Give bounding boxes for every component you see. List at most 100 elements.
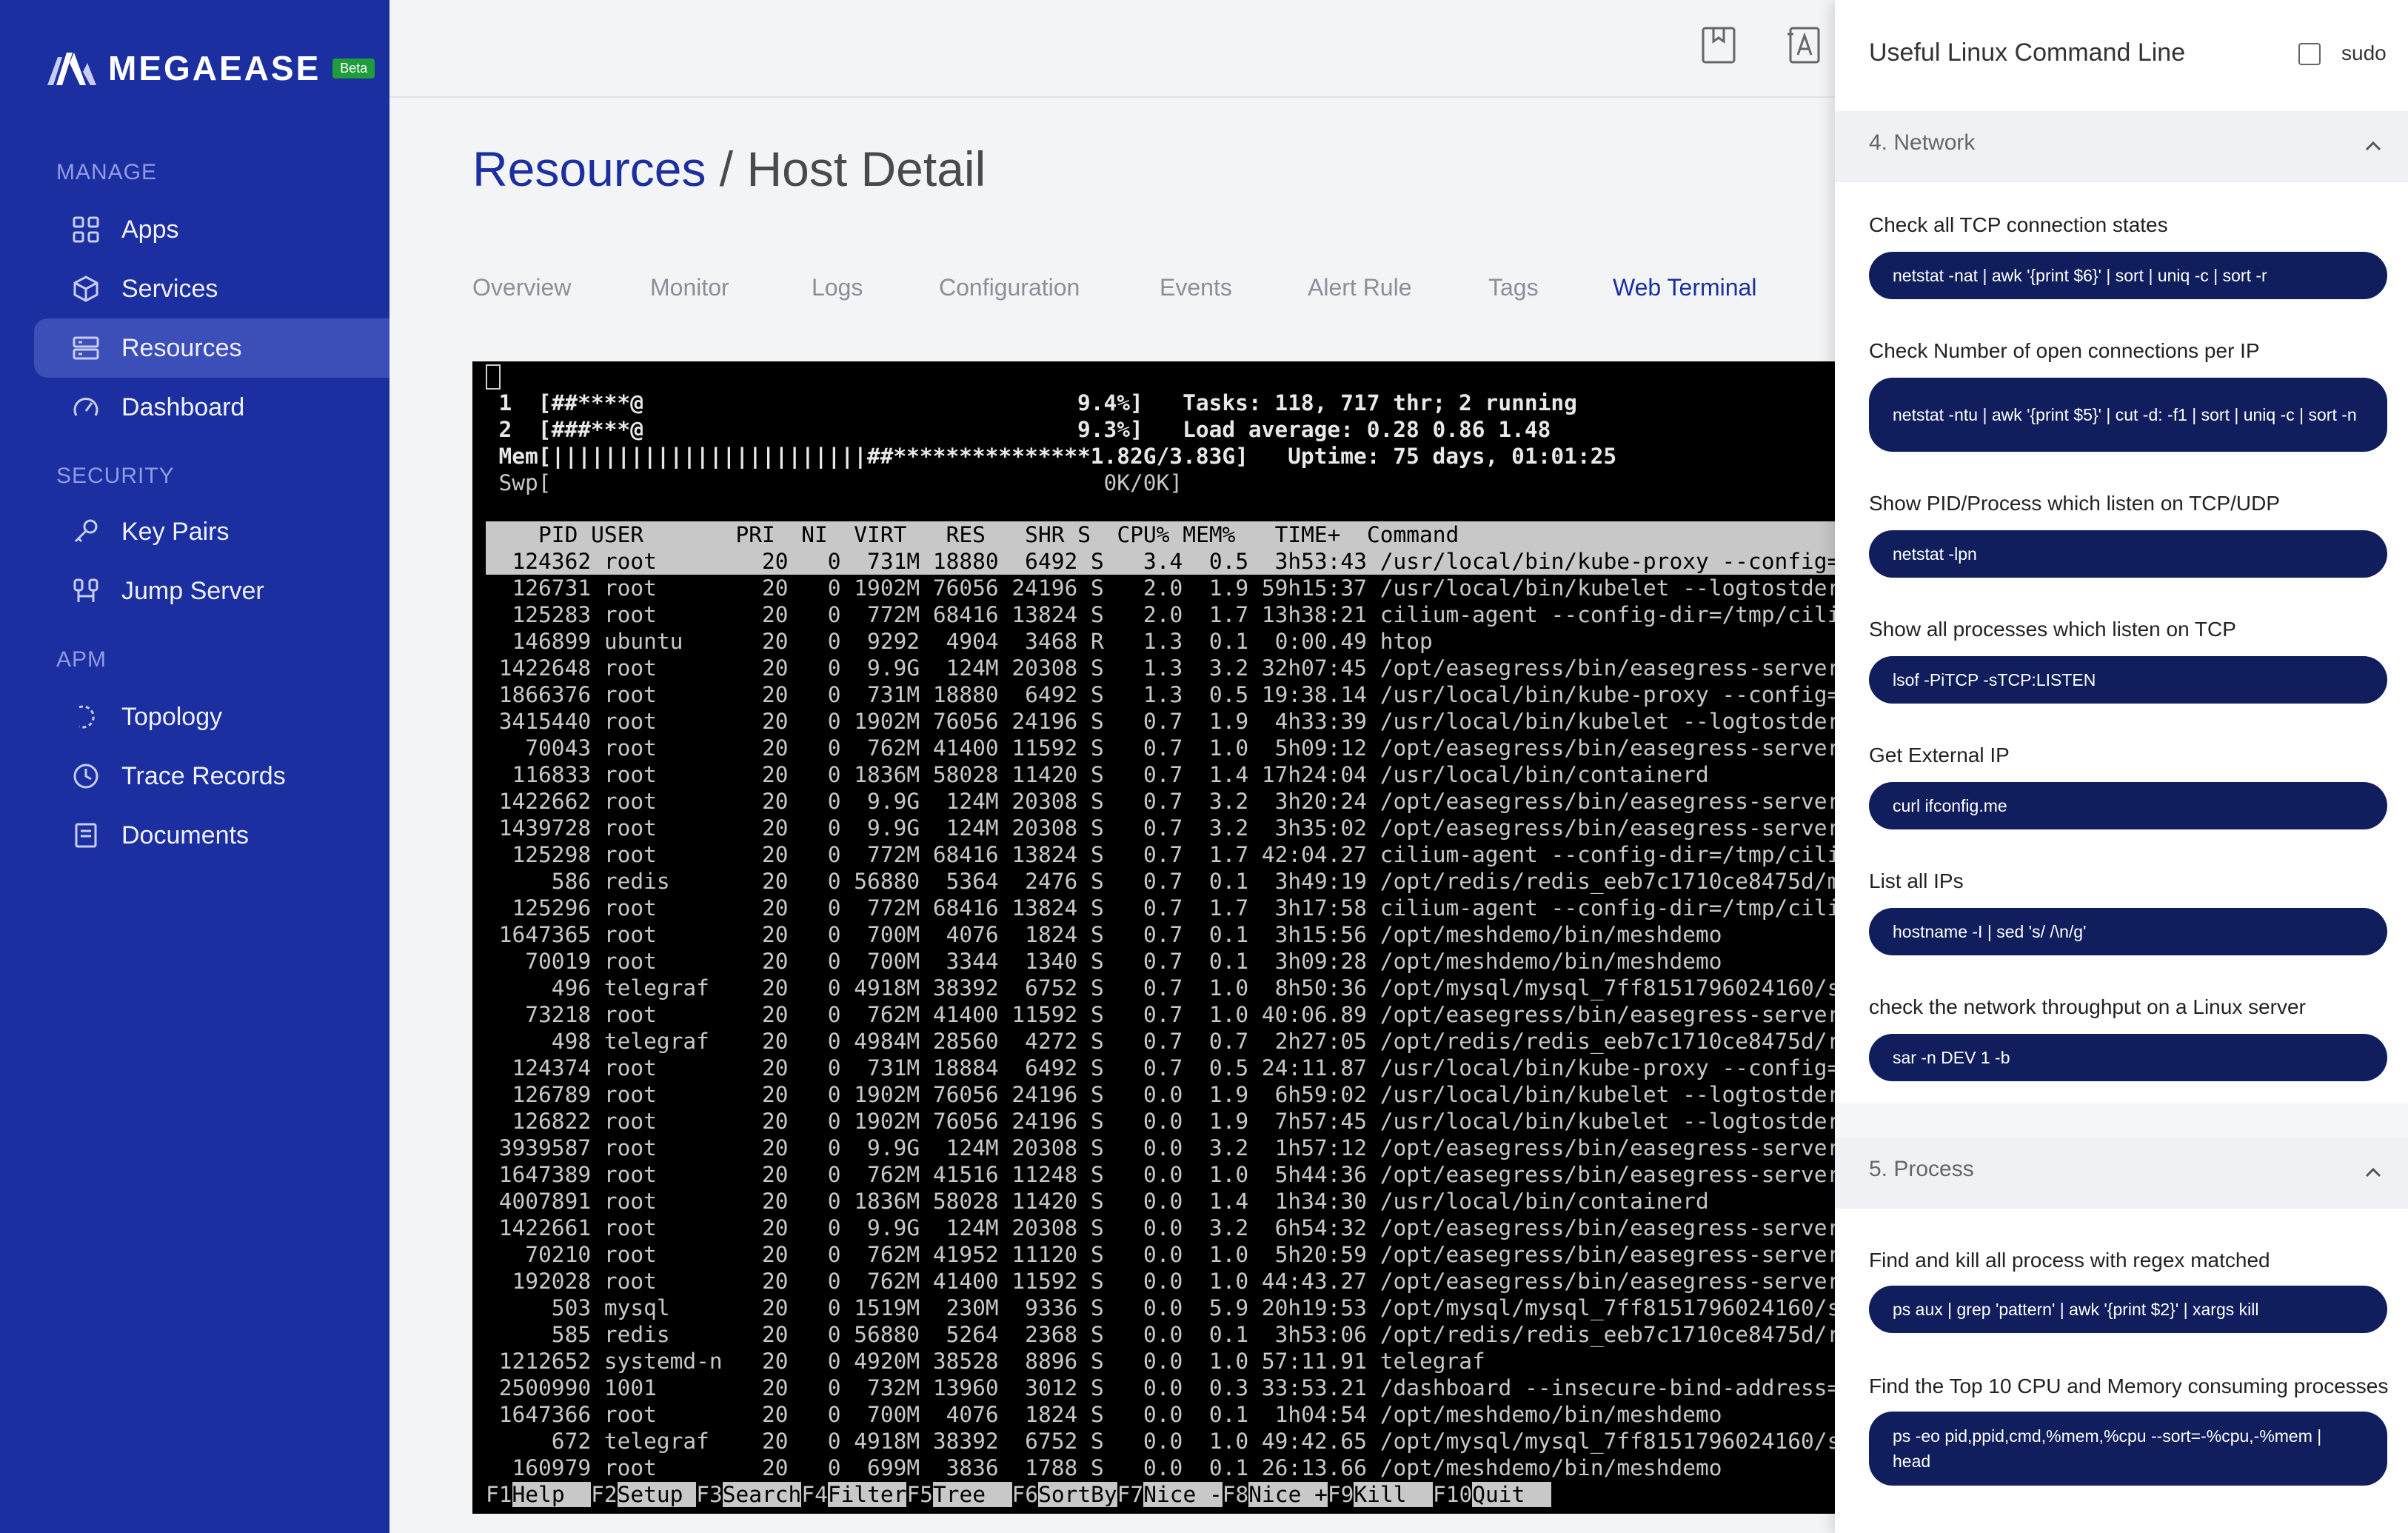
resources-server-icon <box>71 333 101 363</box>
sidebar-item-label: Apps <box>121 215 179 244</box>
tab-logs[interactable]: Logs <box>812 274 863 301</box>
function-key-label[interactable]: SortBy <box>1038 1482 1117 1507</box>
command-pill[interactable]: curl ifconfig.me <box>1869 782 2387 829</box>
sidebar-item-apps[interactable]: Apps <box>34 200 389 259</box>
sudo-checkbox[interactable] <box>2298 43 2321 65</box>
command-pill[interactable]: ps aux | grep 'pattern' | awk '{print $2… <box>1869 1286 2387 1333</box>
process-row[interactable]: 125296 root 20 0 772M 68416 13824 S 0.7 … <box>486 895 1835 921</box>
function-key-label[interactable]: Nice + <box>1248 1482 1328 1507</box>
process-row[interactable]: 70210 root 20 0 762M 41952 11120 S 0.0 1… <box>486 1241 1835 1268</box>
function-key-label[interactable]: Help <box>512 1482 592 1507</box>
breadcrumb-current: / Host Detail <box>706 141 986 196</box>
process-row[interactable]: 1866376 root 20 0 731M 18880 6492 S 1.3 … <box>486 681 1835 708</box>
process-row[interactable]: 146899 ubuntu 20 0 9292 4904 3468 R 1.3 … <box>486 628 1433 655</box>
process-row[interactable]: 125283 root 20 0 772M 68416 13824 S 2.0 … <box>486 601 1835 628</box>
command-pill[interactable]: lsof -PiTCP -sTCP:LISTEN <box>1869 656 2387 704</box>
process-row[interactable]: 1647365 root 20 0 700M 4076 1824 S 0.7 0… <box>486 921 1722 948</box>
command-pill[interactable]: netstat -ntu | awk '{print $5}' | cut -d… <box>1869 378 2387 452</box>
tab-tags[interactable]: Tags <box>1488 274 1539 301</box>
function-key-label[interactable]: Kill <box>1354 1482 1433 1507</box>
command-pill[interactable]: hostname -I | sed 's/ /\n/g' <box>1869 908 2387 955</box>
process-row[interactable]: 160979 root 20 0 699M 3836 1788 S 0.0 0.… <box>486 1454 1722 1481</box>
sidebar-item-label: Services <box>121 274 218 303</box>
function-key-label[interactable]: Filter <box>827 1482 907 1507</box>
function-key-label[interactable]: Quit <box>1472 1482 1551 1507</box>
document-icon <box>71 821 101 850</box>
process-row[interactable]: 1422648 root 20 0 9.9G 124M 20308 S 1.3 … <box>486 655 1835 681</box>
command-pill[interactable]: sar -n DEV 1 -b <box>1869 1034 2387 1081</box>
sidebar-item-services[interactable]: Services <box>34 259 389 318</box>
section-title: 5. Process <box>1869 1157 1974 1181</box>
function-key-label[interactable]: Tree <box>932 1482 1012 1507</box>
function-key-number: F7 <box>1117 1482 1144 1507</box>
process-row[interactable]: 1212652 systemd-n 20 0 4920M 38528 8896 … <box>486 1348 1485 1375</box>
process-row[interactable]: 3415440 root 20 0 1902M 76056 24196 S 0.… <box>486 708 1835 735</box>
command-pill[interactable]: netstat -lpn <box>1869 530 2387 578</box>
sidebar-item-resources[interactable]: Resources <box>34 318 389 378</box>
cpu-meter-2: 2 [###***@ 9.3%] Load average: 0.28 0.86… <box>472 417 1551 442</box>
sidebar-item-dashboard[interactable]: Dashboard <box>34 378 389 437</box>
tab-monitor[interactable]: Monitor <box>650 274 729 301</box>
process-row[interactable]: 498 telegraf 20 0 4984M 28560 4272 S 0.7… <box>486 1028 1835 1055</box>
process-row[interactable]: 1647366 root 20 0 700M 4076 1824 S 0.0 0… <box>486 1401 1722 1428</box>
function-key-label[interactable]: Nice - <box>1143 1482 1223 1507</box>
process-row[interactable]: 70019 root 20 0 700M 3344 1340 S 0.7 0.1… <box>486 948 1722 975</box>
process-row[interactable]: 192028 root 20 0 762M 41400 11592 S 0.0 … <box>486 1268 1835 1295</box>
process-row[interactable]: 4007891 root 20 0 1836M 58028 11420 S 0.… <box>486 1188 1709 1215</box>
process-row[interactable]: 126822 root 20 0 1902M 76056 24196 S 0.0… <box>486 1108 1835 1135</box>
bookmark-icon[interactable] <box>1700 25 1737 65</box>
process-row[interactable]: 3939587 root 20 0 9.9G 124M 20308 S 0.0 … <box>486 1135 1835 1161</box>
process-row[interactable]: 1422661 root 20 0 9.9G 124M 20308 S 0.0 … <box>486 1215 1835 1241</box>
tab-events[interactable]: Events <box>1160 274 1232 301</box>
tab-alert-rule[interactable]: Alert Rule <box>1308 274 1412 301</box>
sidebar-item-topology[interactable]: Topology <box>34 687 389 747</box>
process-row[interactable]: 73218 root 20 0 762M 41400 11592 S 0.7 1… <box>486 1001 1835 1028</box>
function-key-label[interactable]: Setup <box>617 1482 697 1507</box>
section-network-header[interactable]: 4. Network <box>1835 111 2408 182</box>
command-title: Check Number of open connections per IP <box>1869 339 2260 362</box>
jump-server-icon <box>71 576 101 606</box>
process-row[interactable]: 1422662 root 20 0 9.9G 124M 20308 S 0.7 … <box>486 788 1835 815</box>
process-row[interactable]: 1647389 root 20 0 762M 41516 11248 S 0.0… <box>486 1161 1835 1188</box>
process-row[interactable]: 585 redis 20 0 56880 5264 2368 S 0.0 0.1… <box>486 1321 1835 1348</box>
process-row[interactable]: 124362 root 20 0 731M 18880 6492 S 3.4 0… <box>486 548 1835 575</box>
process-row[interactable]: 126731 root 20 0 1902M 76056 24196 S 2.0… <box>486 575 1835 601</box>
command-pill[interactable]: ps -eo pid,ppid,cmd,%mem,%cpu --sort=-%c… <box>1869 1412 2387 1486</box>
section-label-security: SECURITY <box>56 464 175 488</box>
sidebar-item-label: Trace Records <box>121 761 286 790</box>
function-key-number: F4 <box>801 1482 828 1507</box>
text-format-icon[interactable] <box>1785 25 1822 65</box>
sidebar-item-label: Documents <box>121 821 249 849</box>
sidebar-item-label: Topology <box>121 702 223 731</box>
process-row[interactable]: 586 redis 20 0 56880 5364 2476 S 0.7 0.1… <box>486 868 1835 895</box>
function-key-label[interactable]: Search <box>722 1482 802 1507</box>
tab-overview[interactable]: Overview <box>472 274 571 301</box>
breadcrumb-resources-link[interactable]: Resources <box>472 141 706 196</box>
command-pill[interactable]: netstat -nat | awk '{print $6}' | sort |… <box>1869 252 2387 299</box>
linux-commands-drawer: Useful Linux Command Line sudo 4. Networ… <box>1835 0 2408 1533</box>
process-row[interactable]: 1439728 root 20 0 9.9G 124M 20308 S 0.7 … <box>486 815 1835 841</box>
process-row[interactable]: 116833 root 20 0 1836M 58028 11420 S 0.7… <box>486 761 1709 788</box>
process-row[interactable]: 70043 root 20 0 762M 41400 11592 S 0.7 1… <box>486 735 1835 761</box>
sidebar-item-label: Key Pairs <box>121 517 230 546</box>
command-title: Show PID/Process which listen on TCP/UDP <box>1869 492 2281 515</box>
process-row[interactable]: 126789 root 20 0 1902M 76056 24196 S 0.0… <box>486 1081 1835 1108</box>
section-process-header[interactable]: 5. Process <box>1835 1138 2408 1209</box>
process-row[interactable]: 125298 root 20 0 772M 68416 13824 S 0.7 … <box>486 841 1835 868</box>
sidebar-item-jump-server[interactable]: Jump Server <box>34 561 389 621</box>
command-title: Get External IP <box>1869 744 2010 766</box>
sidebar-item-key-pairs[interactable]: Key Pairs <box>34 502 389 561</box>
sidebar-item-trace-records[interactable]: Trace Records <box>34 747 389 806</box>
process-row[interactable]: 2500990 1001 20 0 732M 13960 3012 S 0.0 … <box>486 1375 1835 1401</box>
tab-configuration[interactable]: Configuration <box>939 274 1080 301</box>
process-row[interactable]: 672 telegraf 20 0 4918M 38392 6752 S 0.0… <box>486 1428 1835 1454</box>
sidebar-item-documents[interactable]: Documents <box>34 806 389 865</box>
beta-badge: Beta <box>332 58 375 79</box>
tab-web-terminal[interactable]: Web Terminal <box>1613 274 1756 301</box>
process-row[interactable]: 124374 root 20 0 731M 18884 6492 S 0.7 0… <box>486 1055 1835 1081</box>
logo[interactable]: MEGAEASE Beta <box>47 46 375 90</box>
process-row[interactable]: 496 telegraf 20 0 4918M 38392 6752 S 0.7… <box>486 975 1835 1001</box>
dashboard-gauge-icon <box>71 393 101 422</box>
process-row[interactable]: 503 mysql 20 0 1519M 230M 9336 S 0.0 5.9… <box>486 1295 1835 1321</box>
web-terminal[interactable]: 1 [##****@ 9.4%] Tasks: 118, 717 thr; 2 … <box>472 361 1835 1514</box>
